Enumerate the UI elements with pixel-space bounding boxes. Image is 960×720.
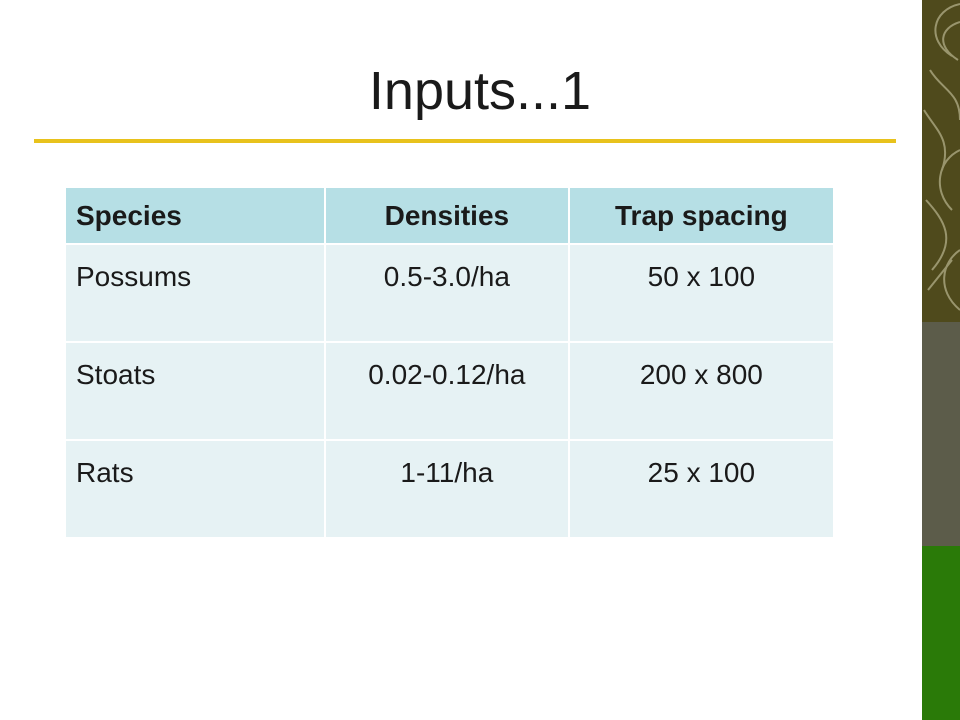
sidebar-pattern-graphic xyxy=(922,0,960,720)
cell-trap-spacing: 50 x 100 xyxy=(569,245,833,341)
cell-species: Possums xyxy=(66,245,324,341)
cell-species: Rats xyxy=(66,441,324,537)
cell-trap-spacing: 25 x 100 xyxy=(569,441,833,537)
species-table: Species Densities Trap spacing Possums 0… xyxy=(64,186,835,539)
cell-text: 25 x 100 xyxy=(647,457,756,488)
cell-density: 0.02-0.12/ha xyxy=(326,343,568,439)
table-row: Rats 1-11/ha 25 x 100 xyxy=(66,441,833,537)
table-row: Stoats 0.02-0.12/ha 200 x 800 xyxy=(66,343,833,439)
sidebar-middle-band xyxy=(922,322,960,546)
table-header-row: Species Densities Trap spacing xyxy=(66,188,833,243)
cell-text: 0.02-0.12/ha xyxy=(368,359,526,390)
title-divider xyxy=(34,139,896,143)
sidebar-bottom-band xyxy=(922,546,960,720)
cell-density: 1-11/ha xyxy=(326,441,568,537)
cell-text: Possums xyxy=(76,261,192,292)
cell-text: 1-11/ha xyxy=(400,457,494,488)
cell-trap-spacing: 200 x 800 xyxy=(569,343,833,439)
header-species: Species xyxy=(66,188,324,243)
cell-text: 50 x 100 xyxy=(647,261,756,292)
header-densities: Densities xyxy=(326,188,568,243)
cell-text: 0.5-3.0/ha xyxy=(383,261,510,292)
header-trap-spacing: Trap spacing xyxy=(569,188,833,243)
table-row: Possums 0.5-3.0/ha 50 x 100 xyxy=(66,245,833,341)
cell-species: Stoats xyxy=(66,343,324,439)
slide-title: Inputs...1 xyxy=(368,61,592,121)
cell-text: Rats xyxy=(76,457,134,488)
cell-text: Stoats xyxy=(76,359,156,390)
cell-density: 0.5-3.0/ha xyxy=(326,245,568,341)
cell-text: 200 x 800 xyxy=(639,359,763,390)
decorative-sidebar xyxy=(922,0,960,720)
